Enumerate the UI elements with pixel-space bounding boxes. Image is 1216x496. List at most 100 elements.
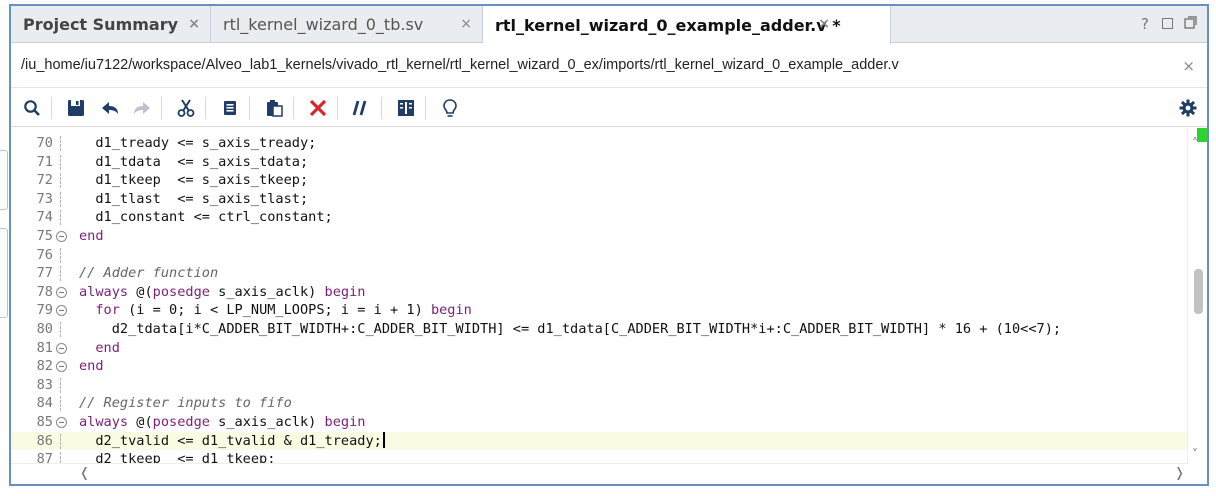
code-text: d2_tkeep <= d1_tkeep; [79,451,276,463]
editor-toolbar [11,89,1207,127]
line-number: 84 [36,395,53,412]
line-number: 75 [36,228,53,244]
tab-project-summary[interactable]: Project Summary × [11,6,211,43]
maximize-icon[interactable] [1162,18,1173,29]
toolbar-separator [51,97,52,119]
toolbar-separator [381,97,382,119]
code-text: d1_tlast <= s_axis_tlast; [79,190,309,207]
tab-adder-file-active[interactable]: rtl_kernel_wizard_0_example_adder.v * × [483,6,891,44]
undo-icon[interactable] [97,95,123,121]
search-icon[interactable] [19,95,45,121]
fold-guide [60,396,61,412]
fold-guide [60,154,61,170]
fold-toggle-icon[interactable] [56,231,67,242]
paste-icon[interactable] [261,95,287,121]
line-number: 70 [36,135,53,151]
tab-bar: Project Summary × rtl_kernel_wizard_0_tb… [11,6,1207,44]
fold-toggle-icon[interactable] [56,361,67,373]
code-text: d1_tdata <= s_axis_tdata; [79,153,309,170]
code-line[interactable]: 83 [11,376,1189,395]
code-text: d1_tready <= s_axis_tready; [79,135,317,151]
comment-icon[interactable] [349,95,375,121]
fold-guide [60,266,61,282]
path-close-icon[interactable]: × [1182,57,1195,75]
code-line[interactable]: 75 end [11,227,1189,246]
line-number: 72 [36,172,53,189]
fold-toggle-icon[interactable] [56,286,67,298]
line-number: 81 [36,339,53,356]
code-text: d2_tvalid <= d1_tvalid & d1_tready; [79,431,385,451]
horizontal-scrollbar[interactable]: ❬ ❭ [11,463,1189,484]
line-number: 85 [36,414,53,430]
line-number: 77 [36,265,53,282]
code-line[interactable]: 78 always @(posedge s_axis_aclk) begin [11,283,1189,302]
redo-icon[interactable] [129,95,155,121]
fold-toggle-icon[interactable] [56,305,67,317]
gear-icon[interactable] [1175,95,1201,121]
hint-icon[interactable] [437,95,463,121]
line-number: 80 [36,321,53,337]
scroll-down-icon[interactable]: ˅ [1192,447,1198,461]
code-text: always @(posedge s_axis_aclk) begin [79,414,366,430]
scroll-thumb[interactable] [1194,269,1203,314]
fold-guide [60,433,61,449]
code-line[interactable]: 79 for (i = 0; i < LP_NUM_LOOPS; i = i +… [11,301,1189,320]
tab-label: Project Summary [23,15,179,34]
code-text: d1_constant <= ctrl_constant; [79,209,333,226]
left-panel-edge-lower [0,228,8,318]
code-line[interactable]: 73 d1_tlast <= s_axis_tlast; [11,190,1189,209]
code-line[interactable]: 71 d1_tdata <= s_axis_tdata; [11,153,1189,172]
fold-toggle-icon[interactable] [56,342,67,354]
code-editor[interactable]: 70 d1_tready <= s_axis_tready; 71 d1_tdat… [11,128,1189,463]
line-number: 78 [36,283,53,300]
tab-label: rtl_kernel_wizard_0_example_adder.v * [495,15,841,35]
code-line[interactable]: 84 // Register inputs to fifo [11,394,1189,413]
code-line[interactable]: 81 end [11,339,1189,358]
file-path: /iu_home/iu7122/workspace/Alveo_lab1_ker… [21,57,899,73]
restore-icon[interactable] [1183,15,1197,33]
line-number: 71 [36,153,53,170]
cut-icon[interactable] [173,95,199,121]
tab-testbench-file[interactable]: rtl_kernel_wizard_0_tb.sv × [211,6,483,43]
scroll-left-icon[interactable]: ❬ [79,466,90,481]
line-number: 74 [36,209,53,226]
tab-close-icon[interactable]: × [188,16,200,32]
code-text: // Register inputs to fifo [79,395,292,412]
fold-guide [60,247,61,263]
code-line[interactable]: 74 d1_constant <= ctrl_constant; [11,208,1189,227]
delete-icon[interactable] [305,95,331,121]
fold-guide [60,452,61,463]
columns-icon[interactable] [393,95,419,121]
fold-guide [60,377,61,393]
line-number: 82 [36,358,53,375]
code-line[interactable]: 72 d1_tkeep <= s_axis_tkeep; [11,171,1189,190]
overview-status-marker [1197,128,1207,142]
code-line[interactable]: 76 [11,246,1189,265]
tab-close-icon[interactable]: × [460,16,472,32]
code-text: end [79,228,104,244]
scroll-right-icon[interactable]: ❭ [1174,466,1185,481]
code-line[interactable]: 85 always @(posedge s_axis_aclk) begin [11,413,1189,432]
window-controls: ? [1138,15,1197,33]
code-text: for (i = 0; i < LP_NUM_LOOPS; i = i + 1)… [95,302,472,319]
fold-toggle-icon[interactable] [56,417,67,428]
copy-icon[interactable] [217,95,243,121]
code-line[interactable]: 87 d2_tkeep <= d1_tkeep; [11,450,1189,463]
code-text: end [79,358,104,375]
code-line[interactable]: 82 end [11,357,1189,376]
help-icon[interactable]: ? [1138,15,1152,33]
code-line[interactable]: 86 d2_tvalid <= d1_tvalid & d1_tready; [11,431,1189,451]
code-line[interactable]: 77 // Adder function [11,264,1189,283]
tab-close-icon[interactable]: × [818,16,830,32]
text-cursor [382,431,385,448]
code-line[interactable]: 70 d1_tready <= s_axis_tready; [11,134,1189,153]
line-number: 87 [36,451,53,463]
vertical-scrollbar[interactable]: ˄ ˅ [1187,128,1207,463]
fold-guide [60,191,61,207]
line-number: 76 [36,246,53,263]
save-icon[interactable] [63,95,89,121]
line-number: 79 [36,302,53,319]
code-line[interactable]: 80 d2_tdata[i*C_ADDER_BIT_WIDTH+:C_ADDER… [11,320,1189,339]
toolbar-separator [293,97,294,119]
line-number: 86 [36,432,53,449]
